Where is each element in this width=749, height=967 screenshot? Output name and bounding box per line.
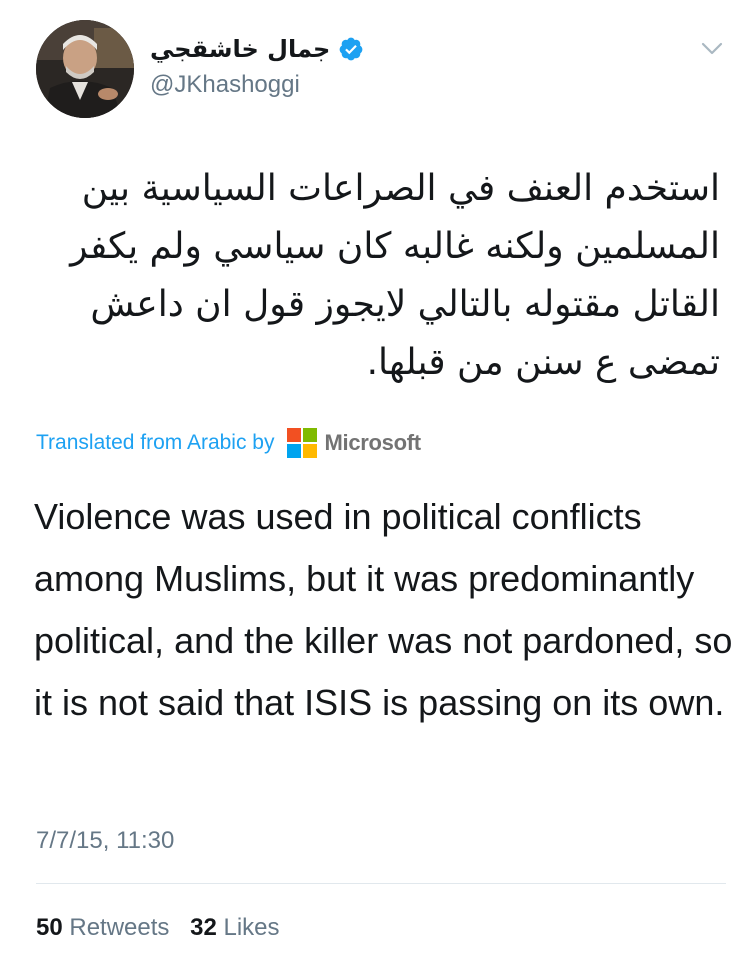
author-info: جمال خاشقجي @JKhashoggi	[150, 32, 364, 100]
retweets-count: 50	[36, 914, 63, 941]
author-display-name[interactable]: جمال خاشقجي	[150, 35, 330, 63]
translator-name: Microsoft	[324, 430, 422, 455]
tweet-stats: 50 Retweets 32 Likes	[36, 914, 294, 942]
avatar-photo	[36, 20, 134, 118]
divider	[36, 883, 726, 884]
translated-from-label: Translated from Arabic by	[36, 431, 275, 454]
likes-stat[interactable]: 32 Likes	[190, 914, 279, 941]
tweet-header: جمال خاشقجي @JKhashoggi	[36, 20, 726, 120]
chevron-down-icon[interactable]	[698, 34, 726, 62]
likes-count: 32	[190, 914, 217, 941]
tweet-translated-text: Violence was used in political conflicts…	[34, 496, 733, 723]
retweets-stat[interactable]: 50 Retweets	[36, 914, 176, 941]
author-name-row: جمال خاشقجي	[150, 32, 364, 66]
tweet-original-text: استخدم العنف في الصراعات السياسية بين ال…	[70, 168, 720, 383]
retweets-label: Retweets	[69, 914, 170, 941]
avatar[interactable]	[36, 20, 134, 118]
translation-attribution[interactable]: Translated from Arabic by Microsoft	[36, 426, 421, 460]
author-handle[interactable]: @JKhashoggi	[150, 70, 364, 100]
tweet-timestamp[interactable]: 7/7/15, 11:30	[36, 827, 174, 855]
verified-badge-icon	[338, 36, 364, 62]
tweet-card: جمال خاشقجي @JKhashoggi استخدم العنف في …	[0, 0, 749, 967]
likes-label: Likes	[223, 914, 280, 941]
microsoft-logo-icon	[286, 428, 317, 458]
